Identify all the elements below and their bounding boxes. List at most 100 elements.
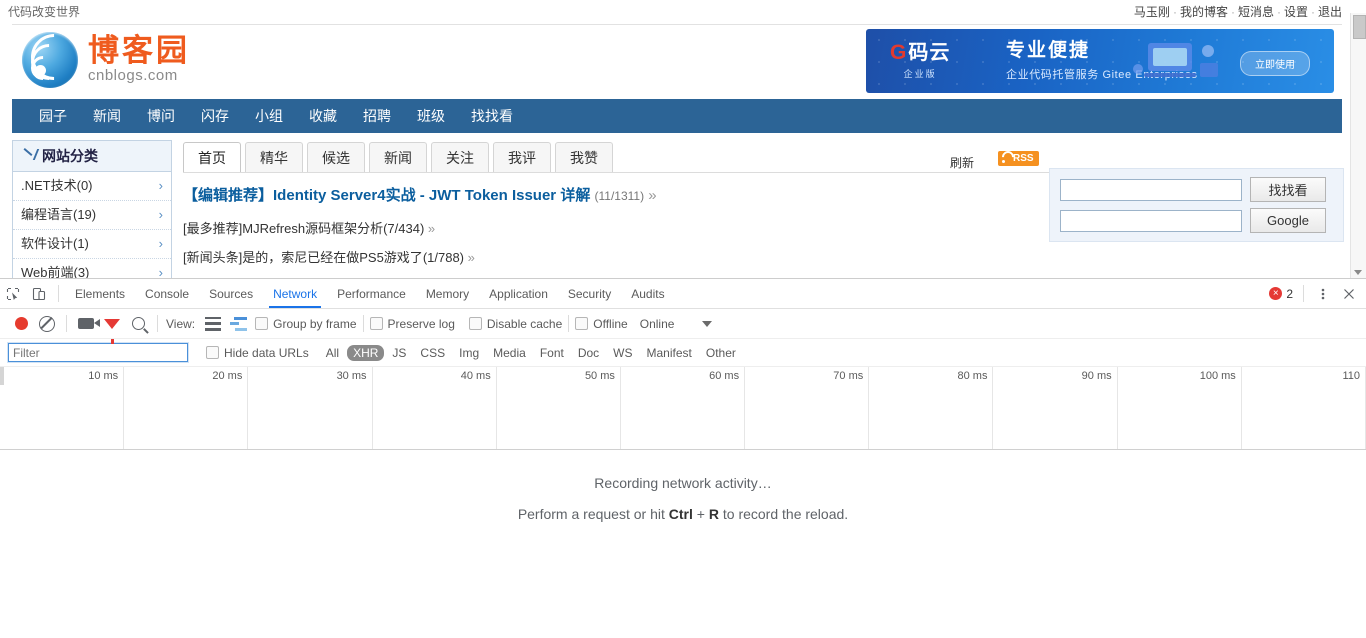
- sidebar-item-web-frontend[interactable]: Web前端(3) ›: [13, 259, 171, 278]
- tab-performance[interactable]: Performance: [327, 280, 416, 308]
- tab-elements[interactable]: Elements: [65, 280, 135, 308]
- tab-sources[interactable]: Sources: [199, 280, 263, 308]
- nav-item-flash[interactable]: 闪存: [188, 99, 242, 133]
- filter-type-other[interactable]: Other: [700, 345, 742, 361]
- list-item[interactable]: 【编辑推荐】Identity Server4实战 - JWT Token Iss…: [183, 184, 963, 208]
- inspect-element-icon[interactable]: [0, 281, 26, 307]
- nav-item-yuanzi[interactable]: 园子: [26, 99, 80, 133]
- refresh-link[interactable]: 刷新: [950, 154, 974, 171]
- tab-my-likes[interactable]: 我赞: [555, 142, 613, 173]
- network-timeline-ruler[interactable]: 10 ms 20 ms 30 ms 40 ms 50 ms 60 ms 70 ms 80 ms…: [0, 367, 1366, 450]
- capture-screenshots-icon[interactable]: [78, 318, 100, 329]
- error-count-badge[interactable]: × 2: [1269, 287, 1293, 301]
- filter-type-font[interactable]: Font: [534, 345, 570, 361]
- tab-application[interactable]: Application: [479, 280, 558, 308]
- filter-type-img[interactable]: Img: [453, 345, 485, 361]
- filter-type-ws[interactable]: WS: [607, 345, 638, 361]
- ad-banner[interactable]: G 码云 企业版 专业便捷 企业代码托管服务 Gitee Enterprises…: [866, 29, 1334, 93]
- nav-item-class[interactable]: 班级: [404, 99, 458, 133]
- filter-icon[interactable]: [104, 318, 120, 344]
- article-arrow: »: [648, 187, 657, 204]
- scroll-down-arrow-icon[interactable]: [1354, 270, 1362, 275]
- article-link[interactable]: [最多推荐]MJRefresh源码框架分析: [183, 221, 383, 236]
- tab-memory[interactable]: Memory: [416, 280, 479, 308]
- sidebar-item-languages[interactable]: 编程语言(19) ›: [13, 201, 171, 230]
- checkbox-box[interactable]: [575, 317, 589, 330]
- rss-badge[interactable]: RSS: [998, 151, 1039, 166]
- chevron-down-icon[interactable]: [702, 320, 713, 327]
- list-item[interactable]: [最多推荐]MJRefresh源码框架分析(7/434) »: [183, 218, 963, 240]
- nav-item-search[interactable]: 找找看: [458, 99, 526, 133]
- article-link[interactable]: 【编辑推荐】Identity Server4实战 - JWT Token Iss…: [183, 187, 590, 204]
- search-row-cnblogs: 找找看: [1060, 177, 1333, 202]
- tab-audits[interactable]: Audits: [621, 280, 674, 308]
- clear-button[interactable]: [39, 315, 55, 332]
- search-google-button[interactable]: Google: [1250, 208, 1326, 233]
- search-icon[interactable]: [131, 317, 145, 330]
- nav-item-jobs[interactable]: 招聘: [350, 99, 404, 133]
- disable-cache-label: Disable cache: [486, 316, 563, 331]
- sidebar-item-dotnet[interactable]: .NET技术(0) ›: [13, 172, 171, 201]
- google-search-input[interactable]: [1060, 209, 1242, 232]
- link-separator: ·: [1310, 5, 1315, 19]
- offline-checkbox[interactable]: Offline: [575, 317, 628, 331]
- preserve-log-checkbox[interactable]: Preserve log: [369, 316, 455, 331]
- filter-type-xhr[interactable]: XHR: [347, 344, 385, 361]
- search-input[interactable]: [1060, 178, 1242, 201]
- checkbox-box[interactable]: [468, 317, 482, 330]
- article-arrow: »: [427, 221, 436, 236]
- tab-following[interactable]: 关注: [431, 142, 489, 173]
- user-link-messages[interactable]: 短消息: [1238, 5, 1274, 19]
- article-tag: [最多推荐]: [183, 221, 243, 236]
- more-options-icon[interactable]: [1310, 281, 1336, 307]
- hint-prefix: Perform a request or hit: [517, 506, 669, 522]
- sidebar-item-software-design[interactable]: 软件设计(1) ›: [13, 230, 171, 259]
- tab-news[interactable]: 新闻: [369, 142, 427, 173]
- banner-cta-button[interactable]: 立即使用: [1240, 51, 1310, 76]
- user-link-settings[interactable]: 设置: [1284, 5, 1308, 19]
- user-link-logout[interactable]: 退出: [1318, 5, 1342, 19]
- nav-item-favorites[interactable]: 收藏: [296, 99, 350, 133]
- record-button[interactable]: [14, 317, 28, 330]
- resource-type-filters: All XHR JS CSS Img Media Font Doc WS Man…: [319, 344, 743, 361]
- checkbox-box[interactable]: [206, 346, 219, 359]
- tab-my-comments[interactable]: 我评: [493, 142, 551, 173]
- disable-cache-checkbox[interactable]: Disable cache: [468, 316, 563, 331]
- preserve-log-label: Preserve log: [387, 316, 455, 331]
- list-view-icon[interactable]: [205, 316, 222, 331]
- tab-candidate[interactable]: 候选: [307, 142, 365, 173]
- close-icon[interactable]: [1336, 281, 1362, 307]
- tab-security[interactable]: Security: [558, 280, 621, 308]
- filter-type-media[interactable]: Media: [487, 345, 532, 361]
- checkbox-box[interactable]: [255, 317, 269, 330]
- user-link-my-blog[interactable]: 我的博客: [1180, 5, 1228, 19]
- filter-type-all[interactable]: All: [320, 345, 345, 361]
- site-logo[interactable]: 博客园 cnblogs.com: [21, 24, 190, 90]
- tab-network[interactable]: Network: [263, 280, 327, 308]
- group-by-frame-checkbox[interactable]: Group by frame: [255, 317, 357, 331]
- page-scrollbar[interactable]: [1350, 13, 1366, 278]
- search-cnblogs-button[interactable]: 找找看: [1250, 177, 1326, 202]
- page-scrollbar-thumb[interactable]: [1353, 15, 1366, 39]
- waterfall-view-icon[interactable]: [229, 316, 247, 331]
- filter-type-manifest[interactable]: Manifest: [641, 345, 698, 361]
- logo-title-en: cnblogs.com: [88, 67, 178, 84]
- nav-item-qa[interactable]: 博问: [134, 99, 188, 133]
- user-link-username[interactable]: 马玉刚: [1134, 5, 1170, 19]
- nav-item-group[interactable]: 小组: [242, 99, 296, 133]
- hide-data-urls-checkbox[interactable]: Hide data URLs: [206, 346, 309, 360]
- article-link[interactable]: [新闻头条]是的，索尼已经在做PS5游戏了: [183, 250, 423, 265]
- checkbox-box[interactable]: [369, 317, 383, 330]
- toggle-device-toolbar-icon[interactable]: [26, 281, 52, 307]
- banner-brand-g: G: [890, 41, 907, 64]
- nav-item-news[interactable]: 新闻: [80, 99, 134, 133]
- throttling-value[interactable]: Online: [640, 317, 675, 331]
- filter-type-js[interactable]: JS: [386, 345, 412, 361]
- filter-type-doc[interactable]: Doc: [572, 345, 605, 361]
- tab-featured[interactable]: 精华: [245, 142, 303, 173]
- filter-type-css[interactable]: CSS: [414, 345, 451, 361]
- list-item[interactable]: [新闻头条]是的，索尼已经在做PS5游戏了(1/788) »: [183, 247, 963, 269]
- tab-console[interactable]: Console: [135, 280, 199, 308]
- filter-input[interactable]: [8, 343, 188, 362]
- tab-home[interactable]: 首页: [183, 142, 241, 173]
